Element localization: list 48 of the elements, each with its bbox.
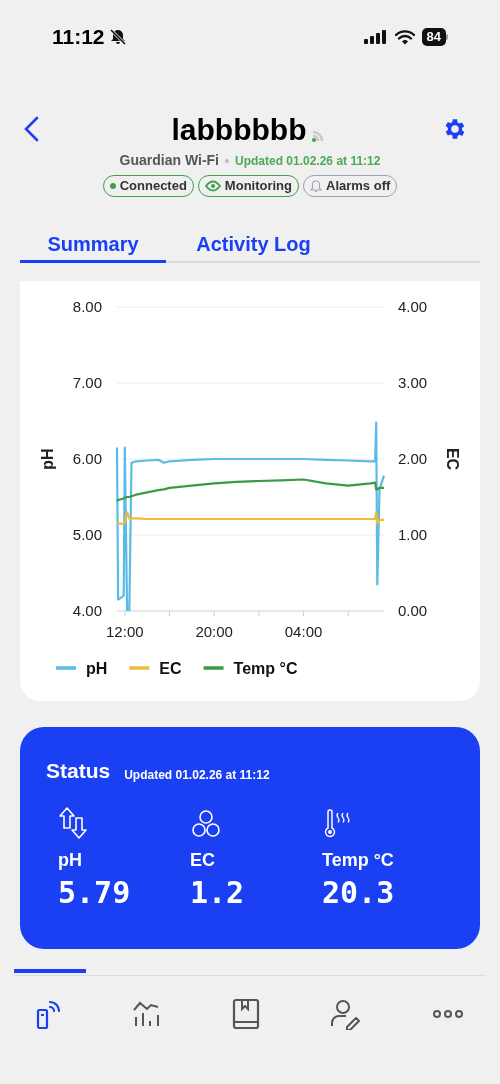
- device-type: Guardian Wi-Fi: [119, 151, 219, 170]
- eye-icon: [204, 180, 221, 192]
- axis-label: 4.00: [72, 602, 102, 619]
- up-down-arrows-icon: [58, 806, 88, 839]
- axis-title: pH: [39, 448, 56, 470]
- axis-label: 1.00: [398, 526, 428, 543]
- tab[interactable]: Activity Log: [166, 227, 341, 263]
- legend-label: EC: [159, 660, 182, 677]
- axis-label: 8.00: [72, 298, 102, 315]
- status-badge: Connected: [102, 175, 194, 197]
- status-badge: Alarms off: [303, 175, 398, 197]
- bell-icon: [310, 179, 322, 193]
- device-title: labbbbbb: [171, 112, 307, 148]
- circles-icon: [190, 808, 222, 839]
- status-updated: Updated 01.02.26 at 11:12: [124, 766, 270, 784]
- book-icon[interactable]: [232, 996, 260, 1032]
- axis-label: 4.00: [398, 298, 428, 315]
- reading-value: 5.79: [58, 873, 132, 912]
- status-badge: Monitoring: [197, 175, 299, 197]
- legend-swatch: [129, 666, 150, 670]
- legend-swatch: [203, 666, 224, 670]
- axis-label: 6.00: [72, 450, 102, 467]
- axis-label: 3.00: [398, 374, 428, 391]
- axis-label: 2.00: [398, 450, 428, 467]
- axis-label: 20:00: [195, 623, 233, 640]
- updated-time: Updated 01.02.26 at 11:12: [235, 152, 381, 170]
- wifi-icon: [394, 29, 415, 45]
- reading-value: 20.3: [322, 873, 396, 912]
- axis-label: 0.00: [398, 602, 428, 619]
- reading-value: 1.2: [190, 873, 246, 912]
- reading-label: pH: [58, 848, 83, 872]
- axis-label: 04:00: [284, 623, 323, 640]
- axis-title: EC: [444, 447, 461, 471]
- status-dot-icon: [109, 183, 116, 189]
- reading-label: EC: [190, 848, 216, 872]
- active-indicator: [14, 969, 86, 973]
- battery-level: 84: [421, 28, 446, 46]
- legend-label: pH: [86, 660, 108, 677]
- reading-label: Temp °C: [322, 848, 395, 872]
- tab[interactable]: Summary: [20, 227, 166, 263]
- legend-swatch: [56, 666, 76, 670]
- signal-icon: [363, 30, 388, 44]
- legend-label: Temp °C: [233, 660, 298, 677]
- status-time: 11:12: [52, 24, 105, 51]
- axis-label: 5.00: [72, 526, 102, 543]
- status-title: Status: [46, 758, 111, 784]
- axis-label: 7.00: [72, 374, 102, 391]
- axis-label: 12:00: [106, 623, 144, 640]
